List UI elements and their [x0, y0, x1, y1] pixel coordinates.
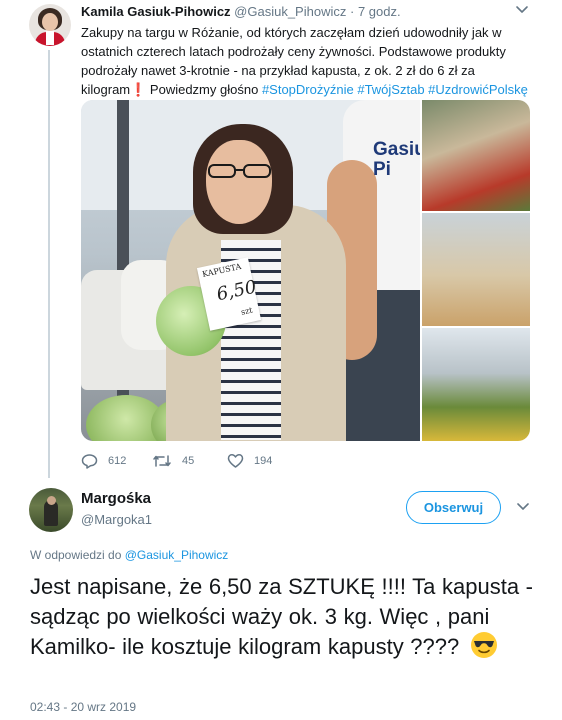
tweet-text-line: podrożały nawet 3-krotnie - na przykład …	[81, 63, 475, 78]
reply-text-body: Jest napisane, że 6,50 za SZTUKĘ !!!! Ta…	[30, 574, 534, 659]
tweet-text-word: Powiedzmy głośno	[146, 82, 262, 97]
separator-dot: ·	[349, 4, 355, 19]
reply-timestamp[interactable]: 02:43 - 20 wrz 2019	[30, 700, 136, 714]
photo-thumbnail[interactable]	[422, 328, 530, 441]
retweet-icon	[153, 455, 171, 467]
retweet-button[interactable]: 45	[152, 452, 194, 470]
hashtag-link[interactable]: #UzdrowićPolskę	[428, 82, 528, 97]
author-handle[interactable]: @Gasiuk_Pihowicz	[234, 4, 346, 19]
photo-thumbnail[interactable]	[422, 100, 530, 211]
tweet-text-line: kilogram❗ Powiedzmy głośno #StopDrożyźni…	[81, 80, 531, 99]
sunglasses-emoji-icon	[470, 632, 497, 658]
chevron-down-icon[interactable]	[516, 501, 530, 513]
hashtag-link[interactable]: #StopDrożyźnie	[262, 82, 354, 97]
reply-context-prefix: W odpowiedzi do	[30, 548, 122, 562]
reply-author-name[interactable]: Margośka	[81, 490, 151, 507]
reply-count: 612	[108, 455, 127, 467]
like-count: 194	[254, 455, 273, 467]
follow-button[interactable]: Obserwuj	[406, 491, 501, 524]
exclamation-emoji: ❗	[130, 82, 147, 97]
tweet-timestamp[interactable]: 7 godz.	[358, 4, 401, 19]
media-grid: Gasiuk Pi KAPUSTA 6,50 szt	[81, 100, 530, 441]
author-name[interactable]: Kamila Gasiuk-Pihowicz	[81, 4, 231, 19]
tweet-text-word: kilogram	[81, 82, 131, 97]
tweet-text-line: Zakupy na targu w Różanie, od których za…	[81, 25, 502, 40]
reply-context: W odpowiedzi do @Gasiuk_Pihowicz	[30, 548, 228, 562]
reply-button[interactable]: 612	[81, 452, 126, 470]
reply-mention-link[interactable]: @Gasiuk_Pihowicz	[125, 548, 229, 562]
tweet-header: Kamila Gasiuk-Pihowicz @Gasiuk_Pihowicz …	[81, 4, 401, 20]
reply-author-avatar[interactable]	[29, 488, 73, 532]
price-sign-value: 6,50	[214, 276, 259, 306]
tweet-text: Zakupy na targu w Różanie, od których za…	[81, 23, 531, 99]
reply-author-handle[interactable]: @Margoka1	[81, 512, 152, 527]
like-button[interactable]: 194	[227, 452, 272, 470]
reply-icon	[81, 454, 98, 469]
photo-shirt-text: Gasiuk Pi	[373, 139, 420, 180]
author-avatar[interactable]	[29, 4, 71, 46]
main-photo[interactable]: Gasiuk Pi KAPUSTA 6,50 szt	[81, 100, 420, 441]
hashtag-link[interactable]: #TwójSztab	[357, 82, 424, 97]
retweet-count: 45	[182, 455, 195, 467]
photo-thumbnail[interactable]	[422, 213, 530, 326]
chevron-down-icon[interactable]	[515, 4, 529, 16]
tweet-text-line: ostatnich czterech latach podrożały ceny…	[81, 44, 506, 59]
thread-connector-line	[48, 50, 50, 478]
reply-text: Jest napisane, że 6,50 za SZTUKĘ !!!! Ta…	[30, 572, 535, 662]
price-sign-unit: szt	[240, 305, 254, 317]
heart-icon	[227, 454, 244, 468]
